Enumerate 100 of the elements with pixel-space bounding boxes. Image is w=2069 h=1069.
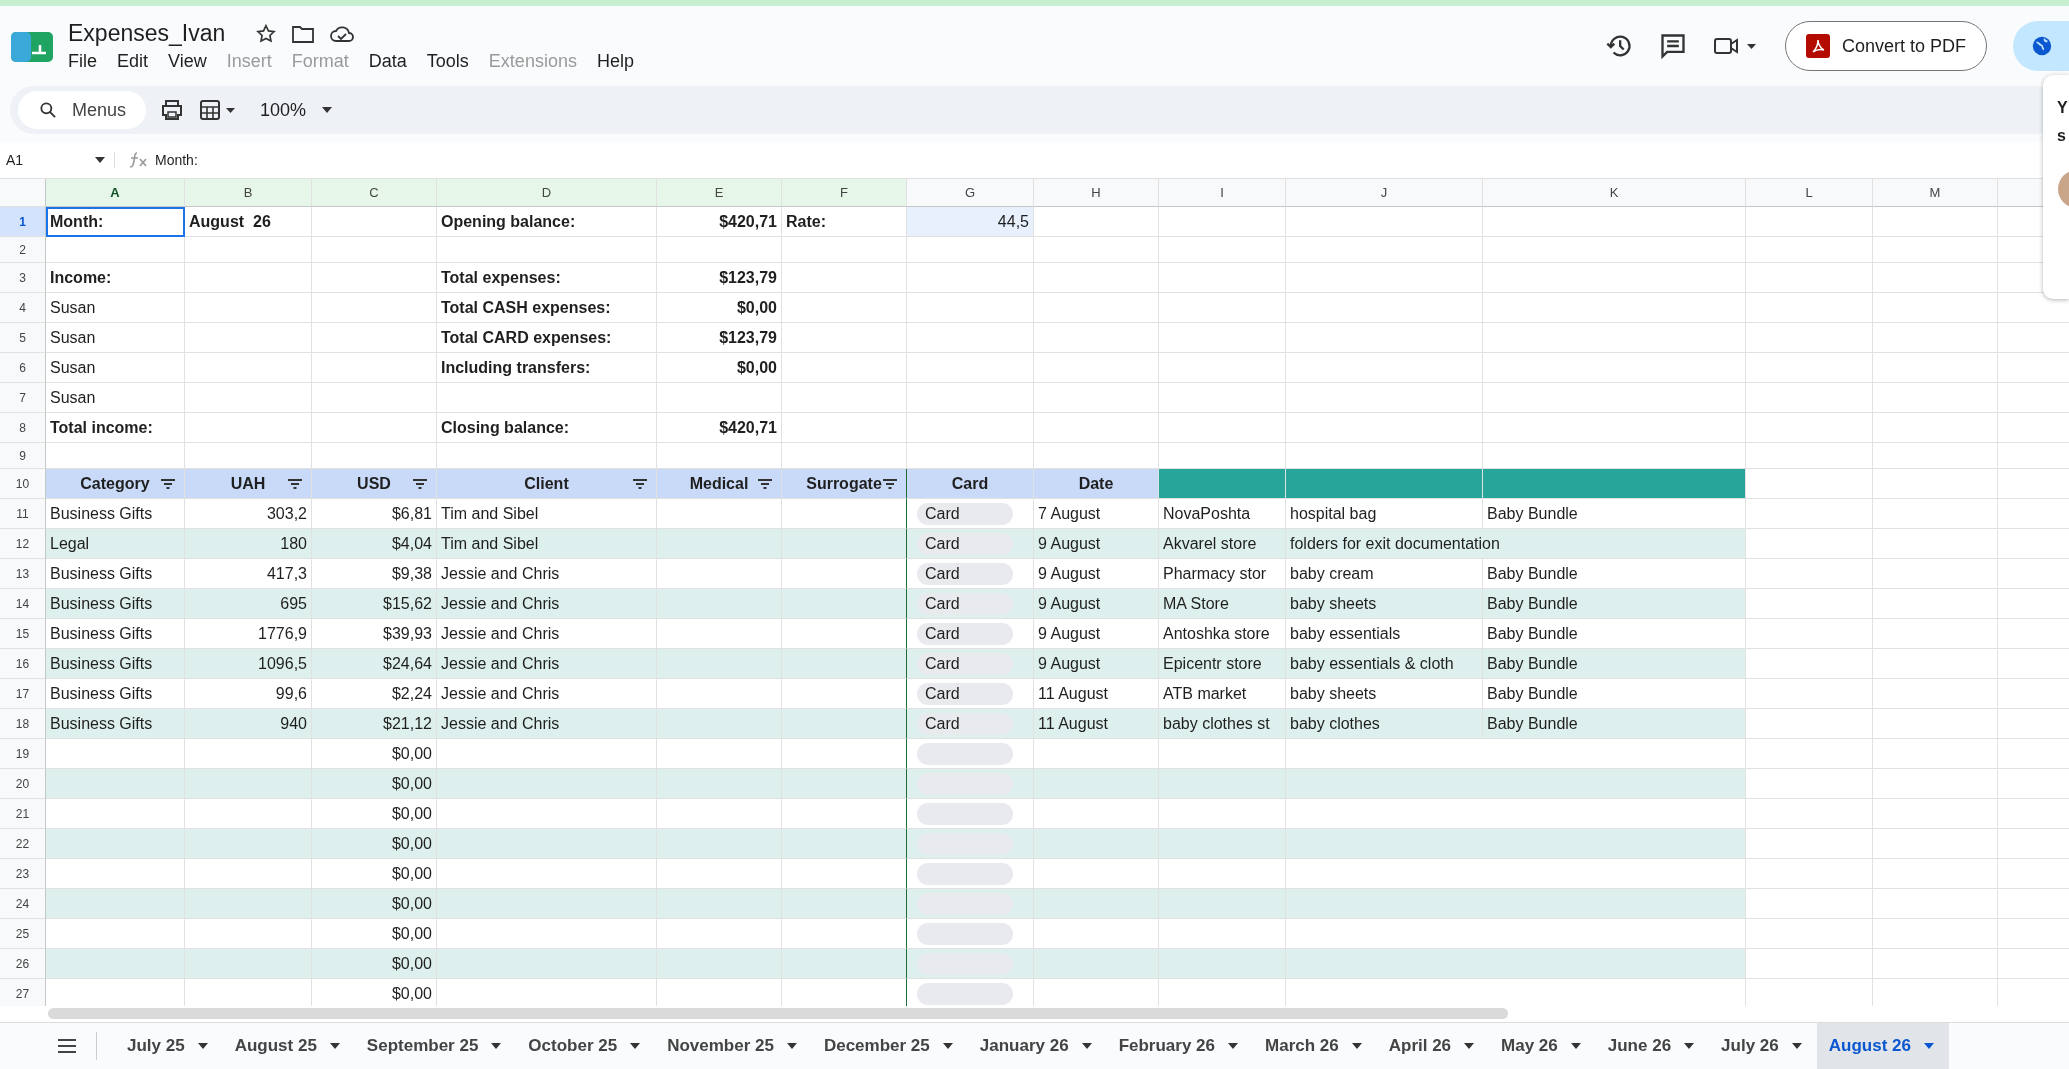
row-header[interactable]: 27 xyxy=(0,979,46,1006)
row-header[interactable]: 8 xyxy=(0,413,46,443)
row-header[interactable]: 3 xyxy=(0,263,46,293)
column-header[interactable]: C xyxy=(312,179,437,207)
table-cell: $15,62 xyxy=(383,594,432,613)
dropdown-chip[interactable]: Card xyxy=(917,532,1013,555)
row-header[interactable]: 13 xyxy=(0,559,46,589)
table-cell: $6,81 xyxy=(391,504,432,523)
row-header[interactable]: 7 xyxy=(0,383,46,413)
row-header[interactable]: 11 xyxy=(0,499,46,529)
row-header[interactable]: 5 xyxy=(0,323,46,353)
row-header[interactable]: 16 xyxy=(0,649,46,679)
menu-icon[interactable] xyxy=(56,1038,78,1054)
menu-item[interactable]: File xyxy=(68,51,97,72)
row-header[interactable]: 4 xyxy=(0,293,46,323)
menu-item[interactable]: Edit xyxy=(117,51,149,72)
column-header[interactable]: K xyxy=(1483,179,1746,207)
sheet-tab[interactable]: July 26 xyxy=(1709,1023,1817,1069)
sheet-tab[interactable]: January 26 xyxy=(967,1023,1107,1069)
row-header[interactable]: 22 xyxy=(0,829,46,859)
sheet-tab[interactable]: March 26 xyxy=(1253,1023,1377,1069)
filter-icon[interactable] xyxy=(160,478,176,490)
sheet-tab[interactable]: August 25 xyxy=(222,1023,355,1069)
dropdown-chip[interactable]: Card xyxy=(917,562,1013,585)
dropdown-chip[interactable]: Card xyxy=(917,592,1013,615)
column-header[interactable]: I xyxy=(1159,179,1286,207)
row-header[interactable]: 19 xyxy=(0,739,46,769)
share-button[interactable] xyxy=(2013,21,2069,71)
caret-icon[interactable] xyxy=(320,105,335,115)
caret-icon xyxy=(1227,1042,1239,1050)
dropdown-chip[interactable]: Card xyxy=(917,682,1013,705)
filter-icon[interactable] xyxy=(632,478,648,490)
menu-item[interactable]: Tools xyxy=(426,51,469,72)
filter-icon[interactable] xyxy=(757,478,773,490)
row-header[interactable]: 17 xyxy=(0,679,46,709)
dropdown-chip[interactable]: Card xyxy=(917,712,1013,735)
table-cell: Tim and Sibel xyxy=(441,504,539,523)
column-heading[interactable]: USD xyxy=(312,469,437,499)
filter-icon[interactable] xyxy=(287,478,303,490)
table-cell: 1776,9 xyxy=(258,624,307,643)
row-header[interactable]: 15 xyxy=(0,619,46,649)
star-icon[interactable] xyxy=(255,22,278,45)
row-header[interactable]: 25 xyxy=(0,919,46,949)
row-header[interactable]: 1 xyxy=(0,207,46,237)
column-header[interactable]: L xyxy=(1746,179,1873,207)
row-header[interactable]: 23 xyxy=(0,859,46,889)
sheet-tab[interactable]: August 26 xyxy=(1816,1023,1949,1069)
row-header[interactable]: 24 xyxy=(0,889,46,919)
column-header[interactable]: F xyxy=(782,179,907,207)
row-header[interactable]: 10 xyxy=(0,469,46,499)
convert-to-pdf-button[interactable]: Convert to PDF xyxy=(1784,21,1987,71)
table-cell: 1096,5 xyxy=(258,654,307,673)
sheet-tab[interactable]: May 26 xyxy=(1489,1023,1596,1069)
row-header[interactable]: 20 xyxy=(0,769,46,799)
menu-item[interactable]: Help xyxy=(596,51,634,72)
sheet-tab[interactable]: June 26 xyxy=(1595,1023,1710,1069)
row-header[interactable]: 18 xyxy=(0,709,46,739)
column-header[interactable]: M xyxy=(1873,179,1998,207)
column-header[interactable]: A xyxy=(46,179,185,207)
column-header[interactable]: E xyxy=(657,179,782,207)
name-box[interactable]: A1 xyxy=(0,152,115,168)
row-header[interactable]: 9 xyxy=(0,443,46,469)
sheet-tab[interactable]: November 25 xyxy=(655,1023,812,1069)
column-heading[interactable]: Medical xyxy=(657,469,782,499)
row-header[interactable]: 21 xyxy=(0,799,46,829)
filter-icon[interactable] xyxy=(412,478,428,490)
print-icon[interactable] xyxy=(160,98,185,122)
menu-item[interactable]: View xyxy=(168,51,207,72)
document-title[interactable]: Expenses_Ivan xyxy=(68,20,226,47)
formula-value[interactable]: Month: xyxy=(155,152,198,168)
column-heading[interactable]: Client xyxy=(437,469,657,499)
sheet-tab[interactable]: September 25 xyxy=(354,1023,517,1069)
column-header[interactable]: D xyxy=(437,179,657,207)
sheet-tab[interactable]: October 25 xyxy=(516,1023,656,1069)
menu-item[interactable]: Data xyxy=(368,51,407,72)
row-header[interactable]: 6 xyxy=(0,353,46,383)
sheet-tab[interactable]: February 26 xyxy=(1106,1023,1253,1069)
dropdown-chip[interactable]: Card xyxy=(917,622,1013,645)
sheet-tab[interactable]: December 25 xyxy=(811,1023,968,1069)
search-field[interactable]: Menus xyxy=(18,91,147,129)
sheet-tab[interactable]: April 26 xyxy=(1376,1023,1490,1069)
row-header[interactable]: 12 xyxy=(0,529,46,559)
column-header[interactable]: G xyxy=(907,179,1034,207)
column-heading[interactable]: UAH xyxy=(185,469,312,499)
row-header[interactable]: 2 xyxy=(0,237,46,263)
column-heading[interactable]: Surrogate xyxy=(782,469,907,499)
sheets-logo-icon[interactable] xyxy=(10,31,54,63)
sheet-tab[interactable]: July 25 xyxy=(115,1023,223,1069)
row-header[interactable]: 14 xyxy=(0,589,46,619)
dropdown-chip[interactable]: Card xyxy=(917,652,1013,675)
column-header[interactable]: J xyxy=(1286,179,1483,207)
row-header[interactable]: 26 xyxy=(0,949,46,979)
comment-icon[interactable] xyxy=(1658,32,1687,60)
column-heading[interactable]: Category xyxy=(46,469,185,499)
filter-icon[interactable] xyxy=(882,478,898,490)
zoom-level[interactable]: 100% xyxy=(260,99,307,121)
scrollbar[interactable] xyxy=(48,1008,1508,1019)
column-header[interactable]: B xyxy=(185,179,312,207)
dropdown-chip[interactable]: Card xyxy=(917,502,1013,525)
column-header[interactable]: H xyxy=(1034,179,1159,207)
